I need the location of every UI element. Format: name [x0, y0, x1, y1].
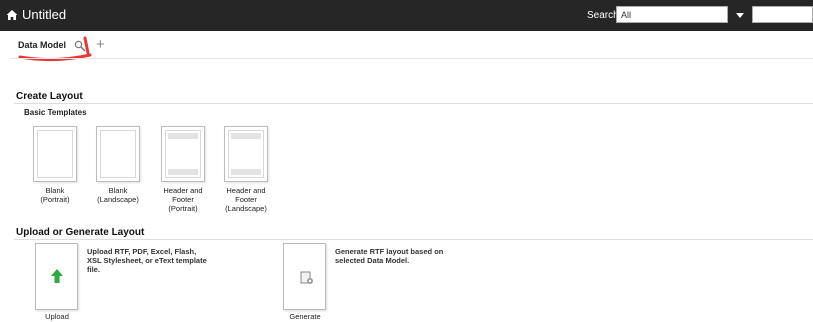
footer-band [168, 169, 198, 175]
template-label-header-footer-portrait: Header and Footer (Portrait) [163, 186, 203, 213]
template-blank-portrait[interactable] [33, 126, 77, 182]
top-bar: Untitled Search All [0, 0, 813, 31]
upload-button[interactable] [35, 243, 78, 310]
generate-button[interactable] [283, 243, 326, 310]
home-icon[interactable] [6, 9, 18, 21]
template-label-blank-portrait: Blank (Portrait) [40, 186, 70, 204]
search-scope-select[interactable]: All [616, 6, 728, 23]
template-blank-landscape[interactable] [96, 126, 140, 182]
basic-templates-heading: Basic Templates [24, 108, 87, 117]
section-title-create-layout: Create Layout [16, 91, 83, 102]
generate-doc-icon [300, 271, 313, 284]
app-title: Untitled [22, 7, 67, 22]
page-preview [100, 130, 136, 178]
footer-band [231, 169, 261, 175]
tab-data-model[interactable]: Data Model [18, 40, 66, 50]
generate-description: Generate RTF layout based on selected Da… [335, 247, 444, 265]
chevron-down-icon [736, 13, 744, 18]
template-label-blank-landscape: Blank (Landscape) [97, 186, 139, 204]
section-rule [14, 239, 813, 240]
header-band [168, 133, 198, 139]
search-input[interactable] [752, 6, 813, 23]
page-preview [228, 130, 264, 178]
header-band [231, 133, 261, 139]
search-label: Search [587, 10, 619, 21]
search-scope-dropdown-button[interactable] [730, 6, 750, 23]
section-rule [14, 103, 813, 104]
generate-label: Generate [289, 312, 321, 321]
template-header-footer-landscape[interactable] [224, 126, 268, 182]
upload-label: Upload [45, 312, 69, 321]
page-preview [37, 130, 73, 178]
template-label-header-footer-landscape: Header and Footer (Landscape) [225, 186, 267, 213]
template-header-footer-portrait[interactable] [161, 126, 205, 182]
tab-divider [10, 58, 813, 59]
search-icon[interactable] [74, 40, 86, 52]
page-preview [165, 130, 201, 178]
upload-description: Upload RTF, PDF, Excel, Flash, XSL Style… [87, 247, 207, 274]
section-title-upload-generate: Upload or Generate Layout [16, 227, 145, 238]
up-arrow-icon [51, 269, 63, 283]
add-tab-icon[interactable]: + [96, 37, 105, 52]
